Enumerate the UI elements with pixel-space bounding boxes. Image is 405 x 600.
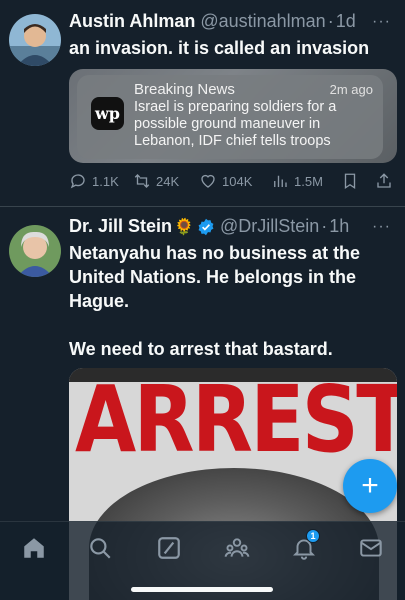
repost-count: 24K: [156, 173, 180, 189]
share-icon: [377, 173, 391, 188]
tweet-image[interactable]: wp Breaking News 2m ago Israel is prepar…: [69, 69, 397, 163]
notification-time: 2m ago: [329, 82, 373, 97]
grok-icon: [158, 537, 180, 559]
bookmark-icon: [344, 173, 356, 190]
search-icon: [90, 538, 111, 559]
communities-icon: [224, 538, 250, 557]
tweet-actions: 1.1K 24K 104K 1.5M: [69, 172, 399, 190]
plus-icon: +: [361, 469, 379, 502]
compose-tweet-button[interactable]: +: [343, 459, 397, 513]
notification-screenshot: wp Breaking News 2m ago Israel is prepar…: [77, 75, 383, 159]
tab-home[interactable]: [21, 535, 47, 561]
author-name[interactable]: Dr. Jill Stein: [69, 216, 172, 237]
tab-notifications[interactable]: 1: [291, 529, 320, 561]
avatar[interactable]: [9, 225, 61, 277]
home-indicator: [131, 587, 273, 592]
tweet-text-paragraph: Netanyahu has no business at the United …: [69, 243, 361, 311]
views-count: 1.5M: [294, 173, 323, 189]
notification-text: Israel is preparing soldiers for a possi…: [134, 99, 337, 149]
avatar[interactable]: [9, 14, 61, 66]
tab-search[interactable]: [87, 535, 113, 561]
tab-communities[interactable]: [224, 535, 250, 561]
reply-button[interactable]: 1.1K: [69, 172, 133, 190]
separator-dot: ·: [321, 216, 328, 236]
tab-grok[interactable]: [156, 535, 182, 561]
like-button[interactable]: 104K: [199, 172, 271, 190]
tweet-text: Netanyahu has no business at the United …: [69, 241, 393, 361]
tweet-header: Austin Ahlman @austinahlman · 1d ···: [69, 11, 391, 32]
share-button[interactable]: [375, 172, 395, 190]
views-icon: [274, 175, 287, 187]
more-options-button[interactable]: ···: [372, 13, 391, 31]
separator-dot: ·: [327, 11, 334, 31]
tweet-text: an invasion. it is called an invasion: [69, 38, 370, 58]
tweet-text-paragraph: We need to arrest that bastard.: [69, 339, 333, 359]
views-button[interactable]: 1.5M: [271, 172, 341, 190]
home-icon: [24, 538, 44, 558]
tab-messages[interactable]: [358, 535, 384, 561]
reply-icon: [70, 174, 85, 189]
bookmark-button[interactable]: [341, 172, 375, 190]
tweet[interactable]: Austin Ahlman @austinahlman · 1d ··· an …: [0, 0, 405, 207]
author-handle[interactable]: @DrJillStein: [220, 216, 319, 237]
washington-post-logo-icon: wp: [91, 97, 124, 130]
timestamp[interactable]: 1d: [336, 11, 356, 32]
like-count: 104K: [222, 173, 253, 189]
author-name[interactable]: Austin Ahlman: [69, 11, 195, 32]
timestamp[interactable]: 1h: [329, 216, 349, 237]
notification-title: Breaking News: [134, 81, 235, 98]
messages-icon: [360, 539, 382, 557]
sunflower-emoji: 🌻: [174, 218, 194, 236]
tweet-header: Dr. Jill Stein 🌻 @DrJillStein · 1h ···: [69, 216, 391, 237]
verified-badge-icon: [198, 218, 214, 235]
notifications-badge: 1: [306, 529, 320, 543]
image-headline: ARREST: [75, 368, 397, 473]
like-icon: [201, 174, 215, 188]
repost-button[interactable]: 24K: [133, 172, 199, 190]
reply-count: 1.1K: [92, 173, 119, 189]
repost-icon: [134, 174, 150, 188]
author-handle[interactable]: @austinahlman: [200, 11, 325, 32]
more-options-button[interactable]: ···: [372, 218, 391, 236]
